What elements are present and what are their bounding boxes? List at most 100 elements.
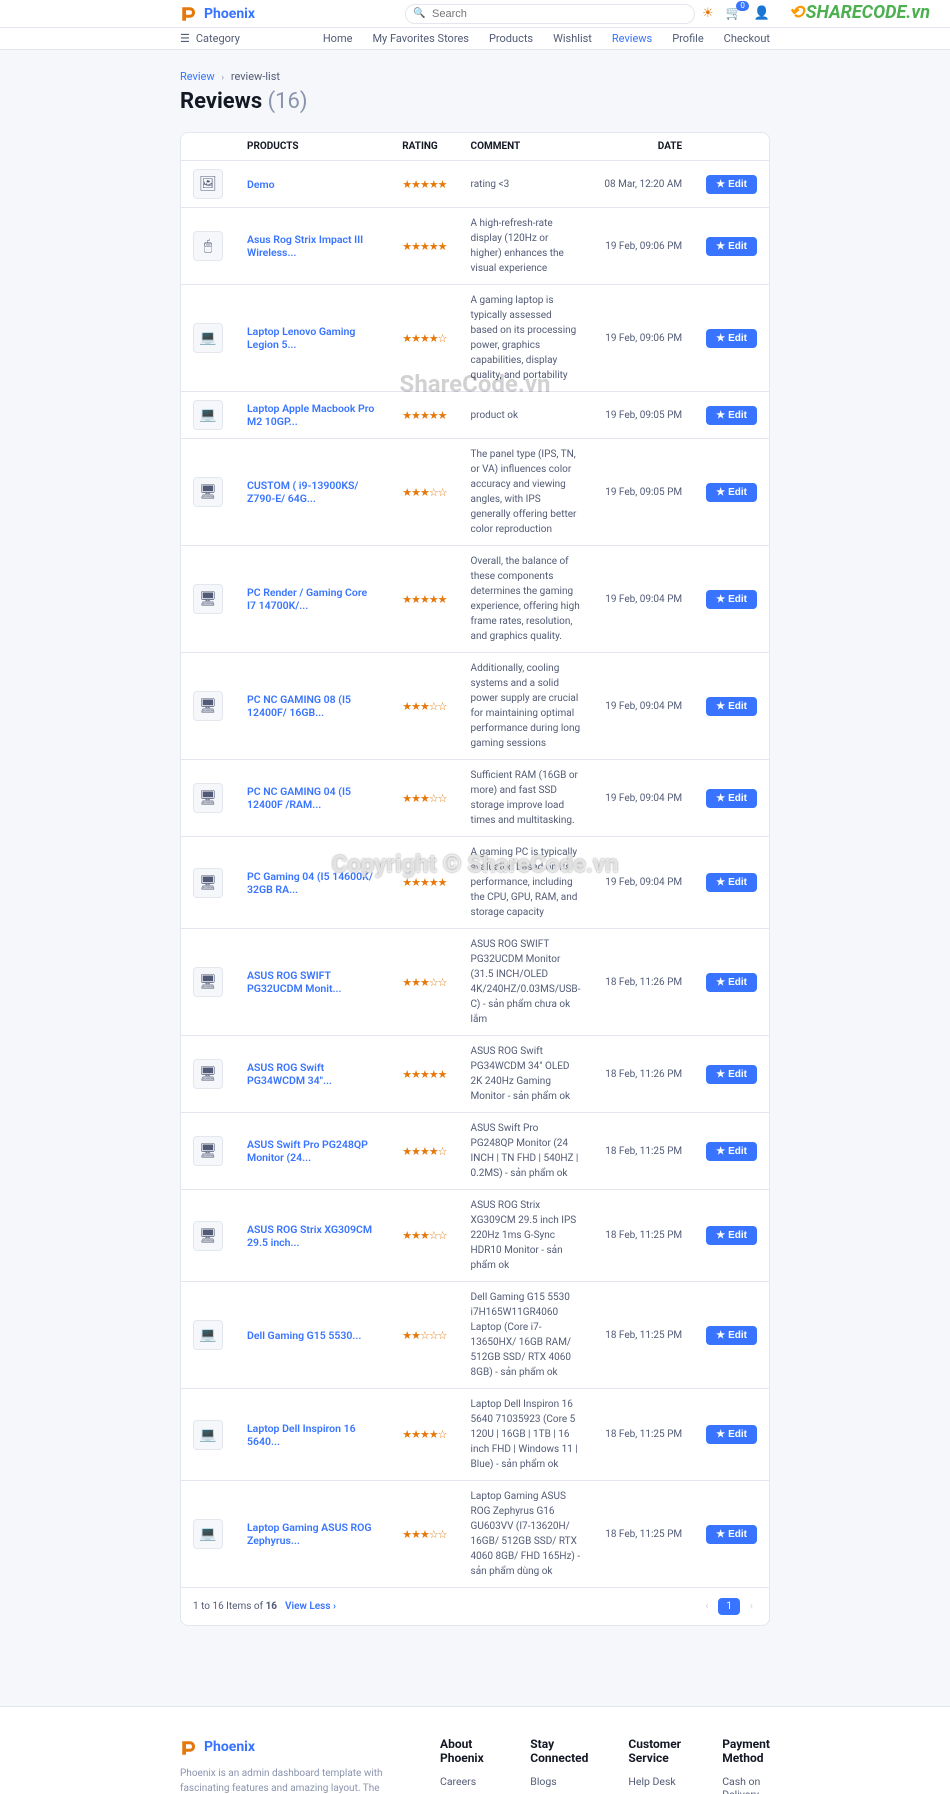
product-link[interactable]: Laptop Apple Macbook Pro M2 10GP... (247, 402, 374, 428)
footer-link[interactable]: Careers (440, 1773, 490, 1790)
table-row: 🖥ASUS ROG SWIFT PG32UCDM Monit...★★★☆☆AS… (181, 929, 769, 1036)
rating-stars: ★★★★☆ (390, 1113, 458, 1190)
theme-toggle-icon[interactable]: ☀ (702, 6, 714, 21)
edit-button[interactable]: ★ Edit (706, 973, 757, 992)
footer-link[interactable]: Affiliate Program (440, 1790, 490, 1794)
pager-next[interactable]: › (746, 1599, 757, 1614)
footer-link[interactable]: Support, 24/7 (628, 1790, 682, 1794)
cart-button[interactable]: 🛒0 (726, 6, 742, 21)
view-less-link[interactable]: View Less › (285, 1601, 336, 1612)
footer-logo[interactable]: Phoenix (180, 1737, 400, 1758)
table-row: 🖥CUSTOM ( i9-13900KS/ Z790-E/ 64G...★★★☆… (181, 439, 769, 546)
product-link[interactable]: ASUS ROG Strix XG309CM 29.5 inch... (247, 1223, 372, 1249)
product-thumb[interactable]: 💻 (193, 1519, 223, 1549)
product-thumb[interactable]: 🖥 (193, 584, 223, 614)
rating-stars: ★★★★★ (390, 392, 458, 439)
comment-text: A gaming PC is typically evaluated based… (459, 837, 593, 929)
edit-button[interactable]: ★ Edit (706, 697, 757, 716)
product-link[interactable]: Dell Gaming G15 5530... (247, 1329, 361, 1342)
product-link[interactable]: Laptop Gaming ASUS ROG Zephyrus... (247, 1521, 372, 1547)
product-thumb[interactable]: 🖱 (193, 231, 223, 261)
product-link[interactable]: PC Gaming 04 (I5 14600K/ 32GB RA... (247, 870, 373, 896)
product-link[interactable]: PC NC GAMING 08 (I5 12400F/ 16GB... (247, 693, 351, 719)
product-link[interactable]: ASUS Swift Pro PG248QP Monitor (24... (247, 1138, 368, 1164)
nav-checkout[interactable]: Checkout (724, 32, 770, 45)
edit-button[interactable]: ★ Edit (706, 1226, 757, 1245)
category-menu[interactable]: ☰ Category (180, 32, 240, 45)
chevron-right-icon: › (221, 73, 224, 83)
product-thumb[interactable]: 💻 (193, 323, 223, 353)
product-link[interactable]: ASUS ROG SWIFT PG32UCDM Monit... (247, 969, 342, 995)
product-link[interactable]: Demo (247, 178, 275, 191)
product-link[interactable]: CUSTOM ( i9-13900KS/ Z790-E/ 64G... (247, 479, 358, 505)
search-input[interactable] (405, 4, 695, 24)
edit-button[interactable]: ★ Edit (706, 483, 757, 502)
edit-button[interactable]: ★ Edit (706, 873, 757, 892)
category-label: Category (196, 32, 240, 45)
product-thumb[interactable]: 🖥 (193, 691, 223, 721)
footer-link[interactable]: ■ Facebook (530, 1790, 588, 1794)
product-thumb[interactable]: 🖥 (193, 1136, 223, 1166)
table-row: 💻 Laptop Apple Macbook Pro M2 10GP... ★★★★… (181, 392, 769, 439)
product-link[interactable]: Laptop Dell Inspiron 16 5640... (247, 1422, 356, 1448)
table-row: 💻Dell Gaming G15 5530...★★☆☆☆Dell Gaming… (181, 1282, 769, 1389)
product-thumb[interactable]: 🖥 (193, 1221, 223, 1251)
product-thumb[interactable]: 🖼 (193, 169, 223, 199)
nav-wishlist[interactable]: Wishlist (553, 32, 592, 45)
comment-text: ASUS ROG Strix XG309CM 29.5 inch IPS 220… (459, 1190, 593, 1282)
footer-desc: Phoenix is an admin dashboard template w… (180, 1766, 400, 1794)
footer-link[interactable]: Blogs (530, 1773, 588, 1790)
star-icon: ★ (716, 594, 725, 605)
edit-button[interactable]: ★ Edit (706, 789, 757, 808)
product-link[interactable]: Asus Rog Strix Impact III Wireless... (247, 233, 363, 259)
product-thumb[interactable]: 🖥 (193, 868, 223, 898)
footer-payment-title: Payment Method (722, 1737, 774, 1765)
product-thumb[interactable]: 💻 (193, 400, 223, 430)
product-link[interactable]: Laptop Lenovo Gaming Legion 5... (247, 325, 355, 351)
table-row: 💻Laptop Dell Inspiron 16 5640...★★★★☆Lap… (181, 1389, 769, 1481)
product-link[interactable]: PC Render / Gaming Core I7 14700K/... (247, 586, 367, 612)
watermark-sharecode: ⟲SHARECODE.vn (789, 2, 930, 23)
product-thumb[interactable]: 🖥 (193, 1059, 223, 1089)
logo[interactable]: Phoenix (180, 5, 255, 23)
edit-button[interactable]: ★ Edit (706, 406, 757, 425)
edit-button[interactable]: ★ Edit (706, 237, 757, 256)
edit-button[interactable]: ★ Edit (706, 1065, 757, 1084)
rating-stars: ★★★★☆ (390, 285, 458, 392)
edit-button[interactable]: ★ Edit (706, 590, 757, 609)
comment-text: A high-refresh-rate display (120Hz or hi… (459, 208, 593, 285)
col-products[interactable]: PRODUCTS (235, 133, 390, 161)
edit-button[interactable]: ★ Edit (706, 1326, 757, 1345)
edit-button[interactable]: ★ Edit (706, 1142, 757, 1161)
rating-stars: ★★★★★ (390, 208, 458, 285)
col-date[interactable]: DATE (592, 133, 694, 161)
product-thumb[interactable]: 🖥 (193, 783, 223, 813)
product-thumb[interactable]: 💻 (193, 1320, 223, 1350)
nav-profile[interactable]: Profile (672, 32, 703, 45)
nav-home[interactable]: Home (323, 32, 353, 45)
edit-button[interactable]: ★ Edit (706, 1425, 757, 1444)
nav-products[interactable]: Products (489, 32, 533, 45)
star-icon: ★ (716, 701, 725, 712)
review-date: 18 Feb, 11:25 PM (592, 1282, 694, 1389)
col-comment[interactable]: COMMENT (459, 133, 593, 161)
pager-prev[interactable]: ‹ (701, 1599, 712, 1614)
product-thumb[interactable]: 💻 (193, 1420, 223, 1450)
product-thumb[interactable]: 🖥 (193, 967, 223, 997)
product-thumb[interactable]: 🖥 (193, 477, 223, 507)
user-menu-icon[interactable]: 👤 (754, 6, 770, 21)
footer-link[interactable]: Help Desk (628, 1773, 682, 1790)
nav-reviews[interactable]: Reviews (612, 32, 652, 45)
pager-page-1[interactable]: 1 (718, 1598, 740, 1615)
edit-button[interactable]: ★ Edit (706, 175, 757, 194)
table-row: 🖥PC Gaming 04 (I5 14600K/ 32GB RA...★★★★… (181, 837, 769, 929)
col-rating[interactable]: RATING (390, 133, 458, 161)
product-link[interactable]: PC NC GAMING 04 (I5 12400F /RAM... (247, 785, 351, 811)
star-icon: ★ (716, 241, 725, 252)
edit-button[interactable]: ★ Edit (706, 1525, 757, 1544)
footer-link[interactable]: Cash on Delivery (722, 1773, 774, 1794)
nav-my-favorites-stores[interactable]: My Favorites Stores (372, 32, 469, 45)
breadcrumb-root[interactable]: Review (180, 70, 215, 83)
product-link[interactable]: ASUS ROG Swift PG34WCDM 34"... (247, 1061, 332, 1087)
edit-button[interactable]: ★ Edit (706, 329, 757, 348)
